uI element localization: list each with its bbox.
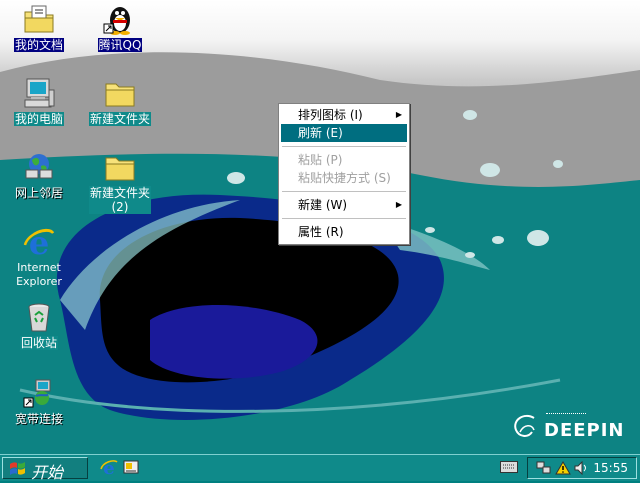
desktop-icon-label: 我的文档: [13, 38, 64, 52]
desktop-icon-label: Internet Explorer: [16, 261, 62, 288]
folder-documents-icon: [24, 5, 54, 33]
desktop-icon-label: 宽带连接: [14, 412, 63, 426]
menu-item-properties[interactable]: 属性 (R): [281, 223, 407, 241]
qq-penguin-icon: [103, 7, 130, 35]
desktop-icon-label: 新建文件夹 (2): [88, 186, 151, 214]
menu-separator: [282, 191, 406, 192]
desktop-icon-recycle-bin[interactable]: 回收站: [2, 300, 76, 350]
windows-flag-icon: [10, 462, 25, 475]
desktop-icon-broadband[interactable]: 宽带连接: [2, 376, 76, 426]
desktop-icon-my-computer[interactable]: 我的电脑: [2, 76, 76, 126]
desktop-icon-label: 网上邻居: [14, 186, 63, 200]
recycle-bin-icon: [28, 303, 50, 332]
folder-icon: [105, 83, 135, 107]
quick-launch-ie-icon[interactable]: e: [100, 458, 118, 476]
menu-item-paste-shortcut[interactable]: 粘贴快捷方式 (S): [281, 169, 407, 187]
menu-item-label: 粘贴快捷方式 (S): [298, 171, 391, 185]
menu-item-arrange-icons[interactable]: 排列图标 (I) ▶: [281, 106, 407, 124]
menu-item-label: 粘贴 (P): [298, 153, 343, 167]
desktop-icon-network-places[interactable]: 网上邻居: [2, 150, 76, 200]
desktop-icon-new-folder[interactable]: 新建文件夹: [83, 76, 157, 126]
start-button[interactable]: 开始: [2, 457, 88, 482]
keyboard-layout-icon[interactable]: [500, 461, 518, 473]
desktop-context-menu: 排列图标 (I) ▶ 刷新 (E) 粘贴 (P) 粘贴快捷方式 (S) 新建 (…: [278, 103, 410, 245]
start-button-label: 开始: [31, 463, 64, 482]
quick-launch-show-desktop-icon[interactable]: [122, 458, 140, 476]
desktop-icon-tencent-qq[interactable]: 腾讯QQ: [83, 2, 157, 52]
desktop[interactable]: 我的文档 腾讯QQ 我的电脑 新建文件夹 网上邻居 新建文件夹 (2) e In…: [0, 0, 640, 454]
menu-item-paste[interactable]: 粘贴 (P): [281, 151, 407, 169]
menu-item-new[interactable]: 新建 (W) ▶: [281, 196, 407, 214]
submenu-arrow-icon: ▶: [395, 110, 402, 119]
desktop-icon-label: 新建文件夹: [88, 112, 151, 126]
tray-volume-icon[interactable]: [574, 461, 588, 475]
taskbar: 开始 e 15:55: [0, 454, 640, 482]
tray-warning-icon[interactable]: [555, 461, 571, 475]
desktop-icon-my-documents[interactable]: 我的文档: [2, 2, 76, 52]
desktop-icon-internet-explorer[interactable]: e Internet Explorer: [2, 225, 76, 289]
desktop-icon-label: 回收站: [19, 336, 58, 350]
folder-icon: [105, 157, 135, 181]
taskbar-clock[interactable]: 15:55: [593, 461, 628, 475]
menu-separator: [282, 218, 406, 219]
menu-item-label: 刷新 (E): [298, 126, 343, 140]
desktop-icon-label: 腾讯QQ: [97, 38, 143, 52]
broadband-connection-icon: [23, 379, 51, 408]
deepin-logo: DEEPIN: [508, 410, 632, 444]
desktop-icon-label: 我的电脑: [13, 112, 64, 126]
menu-item-label: 排列图标 (I): [298, 108, 363, 122]
menu-item-refresh[interactable]: 刷新 (E): [281, 124, 407, 142]
deepin-logo-text: DEEPIN: [544, 420, 625, 441]
computer-icon: [24, 78, 55, 108]
deepin-swirl-icon: [514, 414, 535, 437]
ie-icon: e: [23, 225, 55, 259]
menu-item-label: 新建 (W): [298, 198, 348, 212]
submenu-arrow-icon: ▶: [395, 200, 402, 209]
menu-item-label: 属性 (R): [298, 225, 344, 239]
menu-separator: [282, 146, 406, 147]
system-tray: 15:55: [527, 457, 637, 479]
desktop-icon-new-folder-2[interactable]: 新建文件夹 (2): [83, 150, 157, 214]
tray-network-icon[interactable]: [536, 461, 552, 475]
network-icon: [25, 154, 53, 179]
